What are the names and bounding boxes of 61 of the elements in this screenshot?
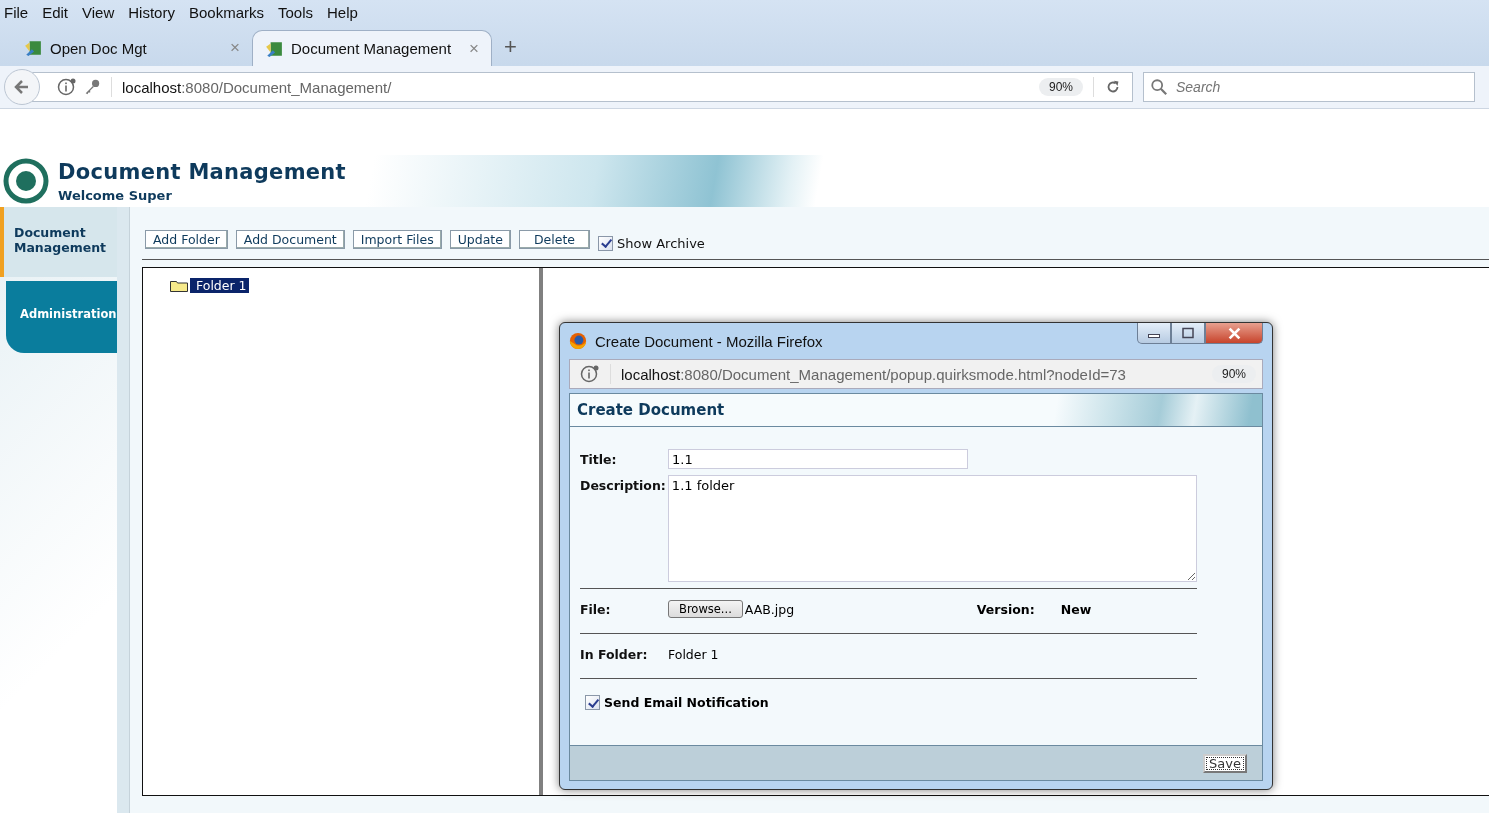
browser-tab[interactable]: Open Doc Mgt × — [12, 30, 252, 66]
toolbar-button[interactable]: Update — [449, 229, 511, 249]
tree-item[interactable]: Folder 1 — [190, 278, 249, 293]
toolbar-button[interactable]: Add Document — [235, 229, 345, 249]
key-icon — [83, 78, 101, 96]
page-title: Document Management — [58, 159, 346, 184]
field-label: File: — [580, 601, 612, 617]
window-title: Create Document - Mozilla Firefox — [595, 332, 824, 350]
menu-item[interactable]: File — [4, 3, 29, 21]
minimize-button[interactable] — [1137, 323, 1171, 344]
close-icon — [1227, 326, 1241, 340]
folder-icon — [170, 279, 188, 292]
url-text: localhost:8080/Document_Management/popup.quirksmode.html?nodeId=73 — [621, 365, 1127, 383]
field-label: Title: — [580, 451, 618, 469]
browser-logo-icon — [569, 332, 587, 350]
address-bar[interactable]: localhost:8080/Document_Management/popup.quirksmode.html?nodeId=73 90% — [569, 359, 1263, 389]
new-tab-button[interactable]: + — [504, 34, 517, 60]
toolbar-button[interactable]: Add Folder — [145, 229, 228, 249]
zoom-badge[interactable]: 90% — [1211, 365, 1256, 383]
title-field[interactable]: 1.1 — [668, 449, 968, 469]
checkbox-label: Send Email Notification — [604, 695, 769, 710]
info-icon — [57, 77, 77, 97]
back-button[interactable] — [4, 69, 40, 105]
checkbox[interactable] — [598, 235, 613, 251]
menu-item[interactable]: View — [82, 3, 115, 21]
zoom-badge[interactable]: 90% — [1038, 78, 1083, 96]
menu-item[interactable]: Help — [327, 3, 358, 21]
file-name: AAB.jpg — [744, 601, 796, 617]
field-label: Description: — [580, 477, 666, 495]
toolbar-button[interactable]: Import Files — [352, 229, 442, 249]
info-icon — [580, 364, 600, 384]
address-bar[interactable]: localhost:8080/Document_Management/ 90% — [32, 72, 1133, 102]
maximize-icon — [1182, 327, 1194, 339]
field-label: In Folder: — [580, 646, 649, 662]
search-field[interactable]: Search — [1143, 72, 1475, 102]
browser-tab[interactable]: Document Management × — [252, 30, 492, 66]
sidebar-item[interactable]: Document Management — [0, 207, 117, 277]
app-icon — [265, 39, 283, 58]
welcome-text: Welcome Super — [58, 187, 173, 203]
description-field[interactable]: 1.1 folder — [667, 475, 1197, 582]
search-icon — [1150, 78, 1168, 96]
menu-item[interactable]: Tools — [278, 3, 313, 21]
field-label: Version: — [976, 601, 1036, 617]
menu-item[interactable]: Bookmarks — [188, 3, 264, 21]
toolbar-button[interactable]: Delete — [518, 229, 590, 249]
browse-button[interactable]: Browse... — [668, 600, 743, 618]
menu-item[interactable]: Edit — [42, 3, 69, 21]
app-icon — [24, 39, 42, 57]
sidebar-item[interactable]: Administration — [6, 281, 117, 353]
minimize-icon — [1148, 334, 1160, 338]
url-text: localhost:8080/Document_Management/ — [122, 78, 393, 96]
checkbox[interactable] — [585, 695, 600, 710]
save-button[interactable]: Save — [1203, 753, 1247, 773]
logo-icon — [2, 157, 50, 205]
maximize-button[interactable] — [1171, 323, 1205, 344]
menu-item[interactable]: History — [128, 3, 175, 21]
close-button[interactable] — [1205, 323, 1263, 344]
checkbox-label: Show Archive — [617, 235, 705, 251]
folder-value: Folder 1 — [668, 646, 719, 662]
version-value: New — [1060, 601, 1092, 617]
form-heading: Create Document — [570, 394, 1262, 427]
